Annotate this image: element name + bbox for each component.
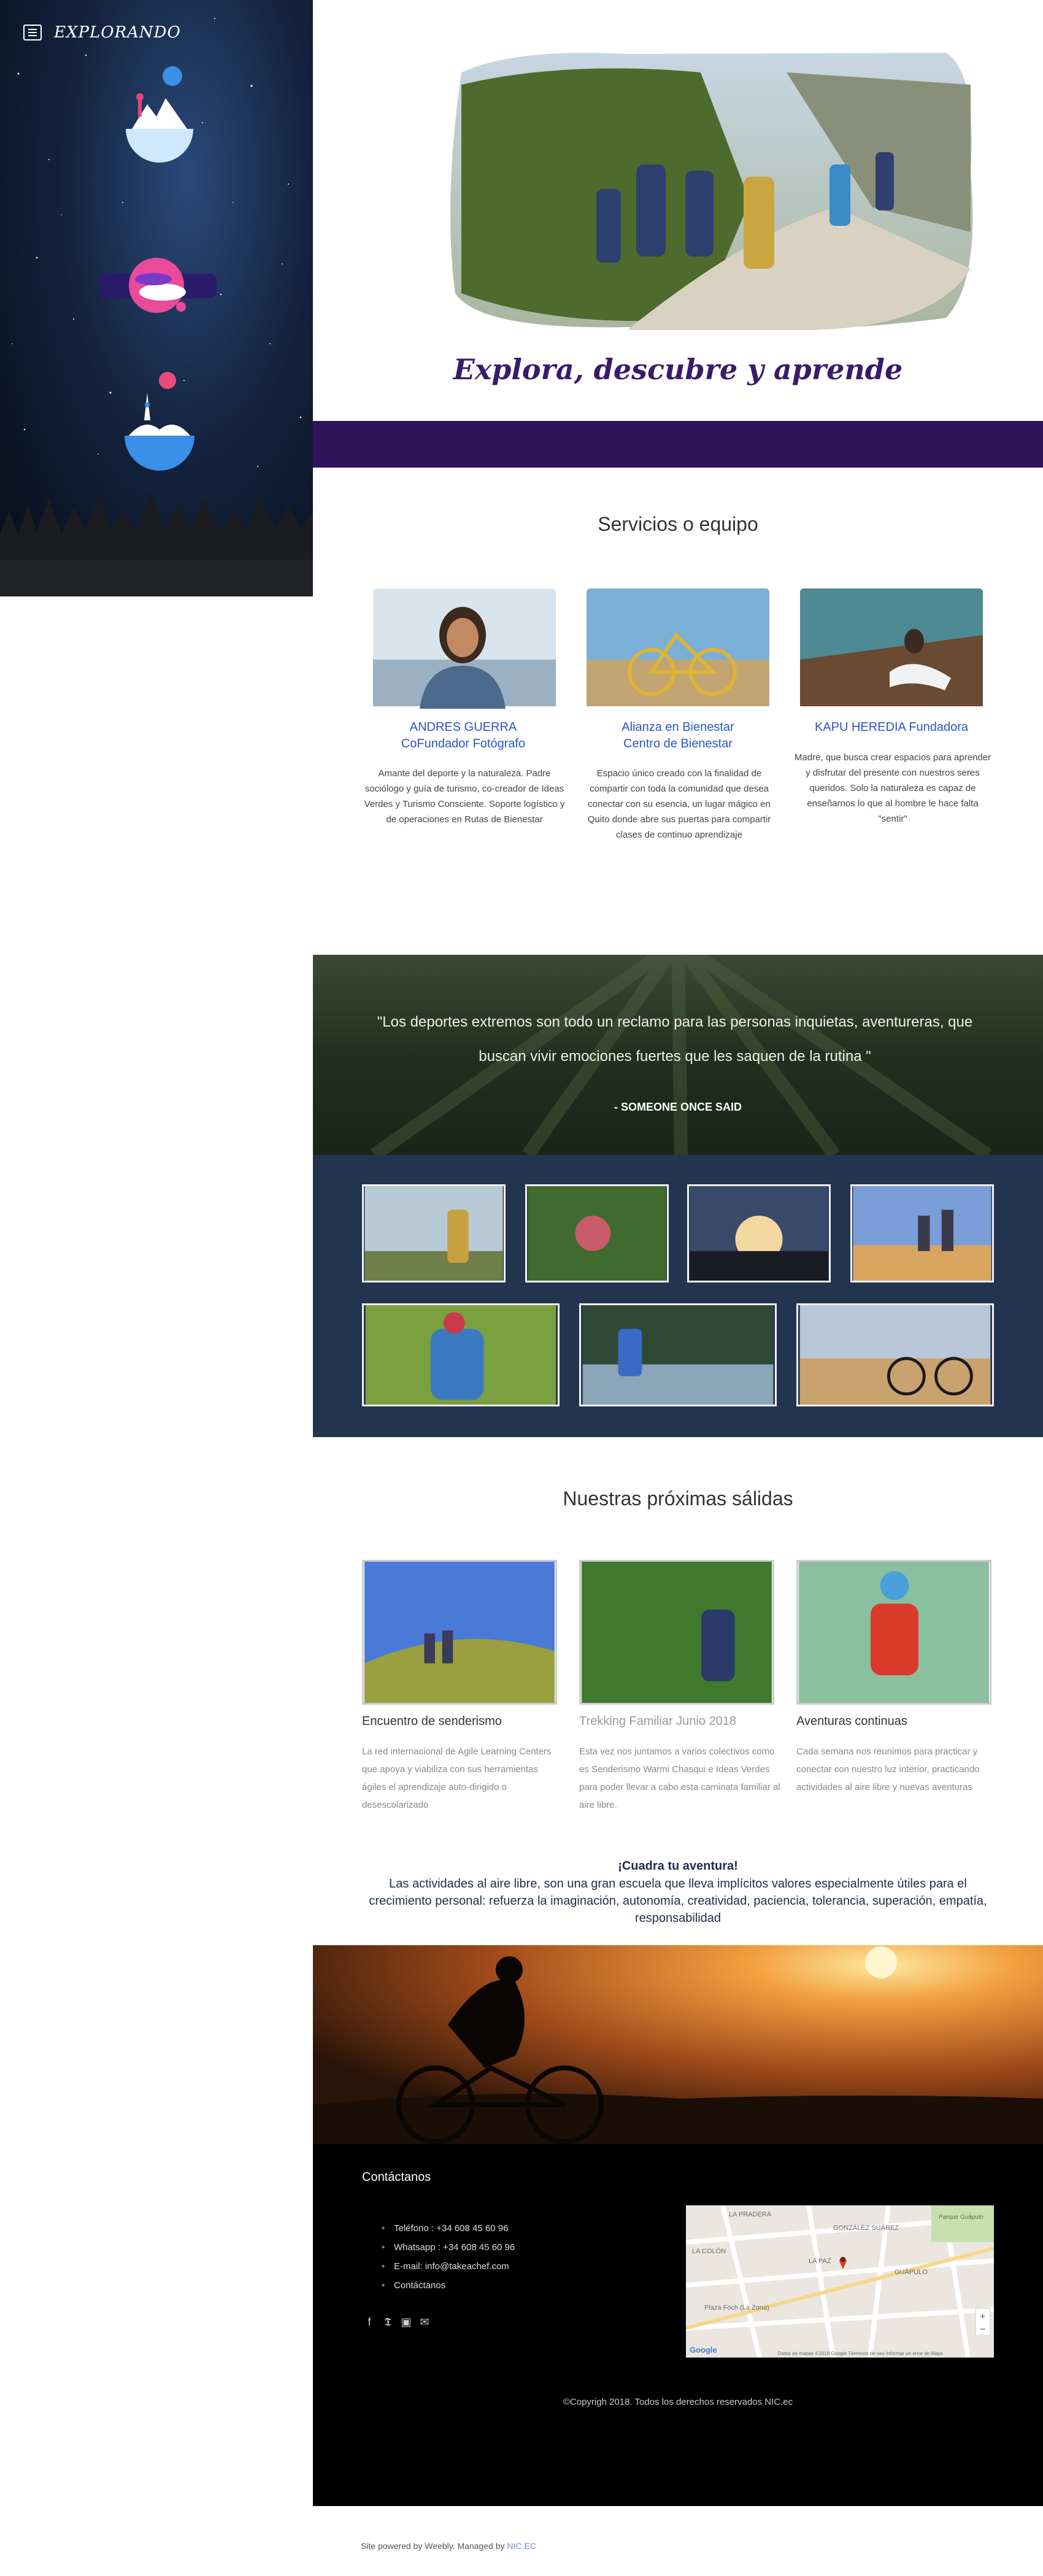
nic-ec-link[interactable]: NIC.EC xyxy=(507,2541,536,2551)
andres-guerra-photo xyxy=(373,588,556,709)
instagram-icon[interactable]: ▣ xyxy=(400,2316,412,2329)
hamburger-menu-button[interactable] xyxy=(23,25,42,40)
map-label-la-pradera: LA PRADERA xyxy=(729,2211,772,2218)
gallery-photo-6[interactable] xyxy=(579,1303,777,1406)
trip-description-3: Cada semana nos reunimos para practicar … xyxy=(796,1746,980,1792)
mail-icon[interactable]: ✉ xyxy=(418,2316,431,2329)
map-label-parque-guapulo: Parque Guápulo xyxy=(939,2214,983,2221)
trip-title-2[interactable]: Trekking Familiar Junio 2018 xyxy=(579,1714,736,1729)
map-label-gonzalez-suarez: GONZÁLEZ SUÁREZ xyxy=(833,2224,899,2232)
map-attribution[interactable]: Datos de mapas ©2018 Google Términos de … xyxy=(778,2351,943,2356)
map-label-plaza-foch: Plaza Foch (La Zona) xyxy=(704,2304,769,2312)
trip-photo-3[interactable] xyxy=(796,1560,991,1705)
map-zoom-in-button[interactable]: + xyxy=(980,2312,985,2322)
map-canvas[interactable]: LA PRADERA GONZÁLEZ SUÁREZ LA COLÓN LA P… xyxy=(686,2205,994,2358)
quote-author: - SOMEONE ONCE SAID xyxy=(614,1101,742,1113)
powered-by: Site powered by Weebly. Managed by NIC.E… xyxy=(361,2541,536,2551)
google-logo: Google xyxy=(690,2345,717,2354)
gallery-photo-1[interactable] xyxy=(362,1184,506,1282)
gallery-photo-7[interactable] xyxy=(796,1303,994,1406)
forest-silhouette xyxy=(0,492,313,596)
trip-description-2: Esta vez nos juntamos a varios colectivo… xyxy=(579,1746,780,1810)
trip-photo-1[interactable] xyxy=(362,1560,557,1705)
quote-text: "Los deportes extremos son todo un recla… xyxy=(377,1014,973,1065)
service-description-1: Amante del deporte y la naturaleza. Padr… xyxy=(364,768,565,825)
planet-icon xyxy=(100,258,217,313)
cta-text: Las actividades al aire libre, son una g… xyxy=(369,1877,987,1925)
service-description-3: Madre, que busca crear espacios para apr… xyxy=(794,752,991,824)
contact-list: Teléfono : +34 608 45 60 96 Whatsapp : +… xyxy=(382,2219,515,2295)
service-name-2: Alianza en Bienestar Centro de Bienestar xyxy=(622,720,734,750)
location-map[interactable]: LA PRADERA GONZÁLEZ SUÁREZ LA COLÓN LA P… xyxy=(686,2205,994,2358)
hero-title: Explora, descubre y aprende xyxy=(453,353,903,386)
map-label-la-paz: LA PAZ xyxy=(809,2258,831,2265)
trips-title: Nuestras próximas sálidas xyxy=(563,1487,793,1510)
gallery-photo-3[interactable] xyxy=(687,1184,831,1282)
kapu-heredia-photo xyxy=(800,588,983,706)
trip-photo-2[interactable] xyxy=(579,1560,774,1705)
social-icons: f 𝕿 ▣ ✉ xyxy=(363,2316,431,2329)
cta-title: ¡Cuadra tu aventura! xyxy=(618,1859,738,1873)
site-brand[interactable]: EXPLORANDO xyxy=(54,23,181,42)
map-label-guapulo: GUÁPULO xyxy=(895,2268,928,2276)
floating-island-icon xyxy=(126,66,193,163)
contact-title: Contáctanos xyxy=(362,2170,431,2184)
hero-hiking-photo xyxy=(450,53,973,330)
trip-title-1[interactable]: Encuentro de senderismo xyxy=(362,1714,502,1729)
map-zoom-out-button[interactable]: − xyxy=(980,2324,985,2335)
service-description-2: Espacio único creado con la finalidad de… xyxy=(587,768,771,840)
services-title: Servicios o equipo xyxy=(598,513,758,535)
sidebar: EXPLORANDO xyxy=(0,0,313,596)
rocket-island-icon xyxy=(125,372,194,471)
bicycle-photo xyxy=(587,588,769,706)
sunset-cyclist-photo xyxy=(313,1945,1043,2144)
purple-divider-band xyxy=(313,421,1043,468)
twitter-icon[interactable]: 𝕿 xyxy=(382,2316,394,2329)
gallery-photo-4[interactable] xyxy=(850,1184,994,1282)
facebook-icon[interactable]: f xyxy=(363,2316,375,2329)
gallery-photo-2[interactable] xyxy=(525,1184,669,1282)
service-name-1: ANDRES GUERRA CoFundador Fotógrafo xyxy=(401,720,526,750)
contact-phone[interactable]: Teléfono : +34 608 45 60 96 xyxy=(382,2219,515,2238)
contact-email[interactable]: E-mail: info@takeachef.com xyxy=(382,2257,515,2276)
service-name-3: KAPU HEREDIA Fundadora xyxy=(814,720,969,734)
trip-title-3[interactable]: Aventuras continuas xyxy=(796,1714,907,1729)
contact-whatsapp[interactable]: Whatsapp : +34 608 45 60 96 xyxy=(382,2238,515,2257)
contact-link[interactable]: Contáctanos xyxy=(382,2276,515,2295)
map-label-la-colon: LA COLÓN xyxy=(692,2247,726,2255)
copyright: ©Copyrigh 2018. Todos los derechos reser… xyxy=(563,2397,793,2407)
gallery-photo-5[interactable] xyxy=(362,1303,560,1406)
page: EXPLORANDO Explora, descubre y aprende S… xyxy=(0,0,1043,2576)
trip-description-1: La red internacional de Agile Learning C… xyxy=(362,1746,552,1810)
